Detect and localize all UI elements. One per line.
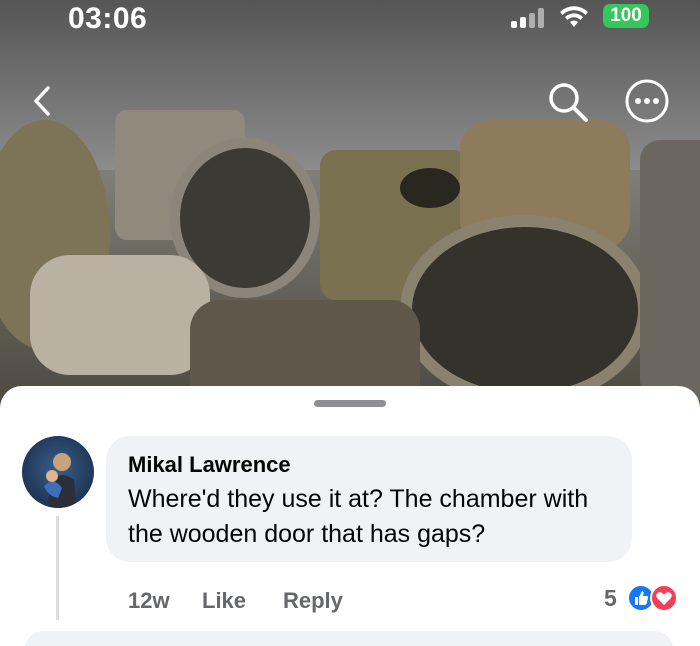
next-comment-bubble[interactable]: [24, 631, 674, 646]
wifi-icon: [560, 6, 588, 27]
battery-indicator: 100: [603, 4, 649, 28]
more-icon[interactable]: [624, 78, 670, 124]
photo-can: [30, 255, 210, 375]
comment-bubble[interactable]: Mikal Lawrence Where'd they use it at? T…: [106, 436, 632, 562]
avatar[interactable]: [22, 436, 94, 508]
comment-text: Where'd they use it at? The chamber with…: [128, 485, 589, 548]
photo-can: [640, 140, 700, 400]
comments-sheet: Mikal Lawrence Where'd they use it at? T…: [0, 386, 700, 646]
status-bar: 03:06 100: [0, 0, 700, 40]
comment-time: 12w: [128, 588, 170, 613]
reply-button[interactable]: Reply: [283, 588, 343, 614]
love-reaction-icon[interactable]: [650, 584, 678, 612]
reaction-count[interactable]: 5: [604, 585, 617, 612]
signal-icon: [511, 8, 547, 28]
avatar-image: [44, 453, 76, 508]
post-photo[interactable]: [0, 0, 700, 420]
comment-author[interactable]: Mikal Lawrence: [128, 452, 291, 478]
search-icon[interactable]: [546, 80, 590, 124]
like-button[interactable]: Like: [202, 588, 246, 614]
back-icon[interactable]: [28, 84, 58, 118]
photo-can: [400, 215, 650, 405]
thread-line: [56, 516, 59, 620]
status-time: 03:06: [68, 2, 148, 35]
sheet-drag-handle[interactable]: [314, 400, 386, 407]
photo-can: [400, 168, 460, 208]
